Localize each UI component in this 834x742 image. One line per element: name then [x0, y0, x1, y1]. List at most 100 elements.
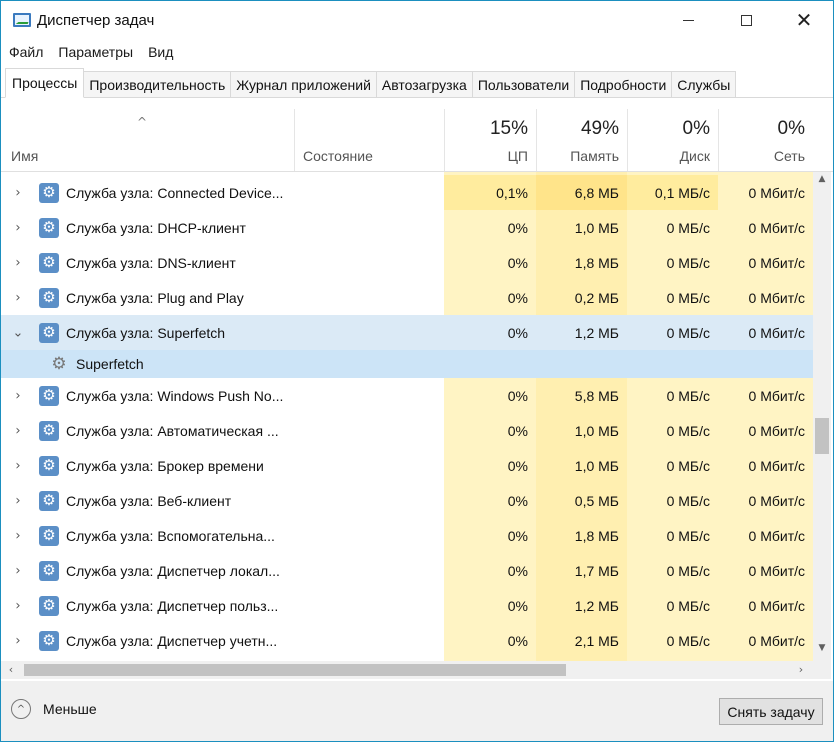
vertical-scroll-thumb[interactable]: [815, 418, 829, 454]
column-state-label: Состояние: [303, 148, 373, 164]
tab-app-history[interactable]: Журнал приложений: [230, 71, 377, 97]
table-row[interactable]: › Служба узла: Диспетчер учетн... 0% 2,1…: [1, 623, 813, 658]
table-row[interactable]: › Служба узла: DHCP-клиент 0% 1,0 МБ 0 М…: [1, 210, 813, 245]
menu-options[interactable]: Параметры: [51, 44, 140, 60]
network-total-pct: 0%: [777, 118, 805, 139]
chevron-right-icon[interactable]: ›: [11, 458, 25, 473]
network-cell: 0 Мбит/с: [748, 632, 805, 649]
cpu-cell: 0%: [507, 562, 528, 579]
table-row-selected-child[interactable]: ⚙ Superfetch: [1, 350, 813, 378]
table-row[interactable]: › Служба узла: DNS-клиент 0% 1,8 МБ 0 МБ…: [1, 245, 813, 280]
vertical-scrollbar[interactable]: ▲ ▼: [813, 172, 831, 661]
cpu-cell: 0%: [507, 597, 528, 614]
cpu-cell: 0%: [507, 387, 528, 404]
menu-view[interactable]: Вид: [141, 44, 180, 60]
tab-users[interactable]: Пользователи: [471, 71, 576, 97]
end-task-button[interactable]: Снять задачу: [719, 698, 823, 725]
table-row-expanded[interactable]: ⌄ Служба узла: Superfetch 0% 1,2 МБ 0 МБ…: [1, 315, 813, 350]
tab-startup[interactable]: Автозагрузка: [375, 71, 473, 97]
tab-processes[interactable]: Процессы: [5, 68, 85, 98]
chevron-right-icon[interactable]: ›: [11, 255, 25, 270]
disk-cell: 0 МБ/с: [666, 562, 710, 579]
maximize-icon: [740, 14, 752, 26]
service-gear-icon: [39, 217, 59, 238]
tab-details[interactable]: Подробности: [574, 71, 673, 97]
chevron-right-icon[interactable]: ›: [11, 290, 25, 305]
column-memory-header[interactable]: 49% Память: [536, 109, 627, 171]
close-button[interactable]: ✕: [775, 1, 833, 39]
cpu-total-pct: 15%: [489, 118, 528, 139]
chevron-right-icon[interactable]: ›: [11, 563, 25, 578]
task-manager-window: Диспетчер задач ✕ Файл Параметры Вид Про…: [0, 0, 834, 742]
chevron-right-icon[interactable]: ›: [11, 388, 25, 403]
chevron-right-icon[interactable]: ›: [11, 633, 25, 648]
disk-cell: 0 МБ/с: [666, 597, 710, 614]
memory-cell: 0,2 МБ: [574, 289, 619, 306]
memory-cell: 5,8 МБ: [574, 387, 619, 404]
column-disk-header[interactable]: 0% Диск: [627, 109, 718, 171]
disk-cell: 0 МБ/с: [666, 527, 710, 544]
chevron-right-icon[interactable]: ›: [11, 598, 25, 613]
cpu-cell: 0%: [507, 527, 528, 544]
network-cell: 0 Мбит/с: [748, 219, 805, 236]
chevron-right-icon[interactable]: ›: [11, 423, 25, 438]
chevron-down-icon[interactable]: ⌄: [11, 325, 25, 340]
memory-cell: 0,5 МБ: [574, 492, 619, 509]
column-name-header[interactable]: ^ Имя: [1, 109, 294, 171]
horizontal-scrollbar[interactable]: ‹ ›: [1, 661, 813, 679]
fewer-details-label: Меньше: [43, 701, 97, 717]
column-cpu-label: ЦП: [507, 148, 528, 164]
column-cpu-header[interactable]: 15% ЦП: [444, 109, 536, 171]
disk-cell: 0 МБ/с: [666, 324, 710, 341]
memory-total-pct: 49%: [580, 118, 619, 139]
chevron-right-icon[interactable]: ›: [11, 528, 25, 543]
column-disk-label: Диск: [679, 148, 710, 164]
table-row[interactable]: › Служба узла: Диспетчер локал... 0% 1,7…: [1, 553, 813, 588]
table-row[interactable]: › Служба узла: Connected Device... 0,1% …: [1, 175, 813, 210]
tab-services[interactable]: Службы: [671, 71, 737, 97]
service-gear-icon: [39, 630, 59, 651]
table-row[interactable]: › Служба узла: Windows Push No... 0% 5,8…: [1, 378, 813, 413]
menu-file[interactable]: Файл: [2, 44, 50, 60]
chevron-right-icon[interactable]: ›: [11, 220, 25, 235]
table-row[interactable]: › Служба узла: Автоматическая ... 0% 1,0…: [1, 413, 813, 448]
scroll-down-icon[interactable]: ▼: [813, 643, 831, 659]
maximize-button[interactable]: [717, 1, 775, 39]
network-cell: 0 Мбит/с: [748, 492, 805, 509]
column-network-header[interactable]: 0% Сеть: [718, 109, 813, 171]
table-row[interactable]: › Служба узла: Вспомогательна... 0% 1,8 …: [1, 518, 813, 553]
table-row[interactable]: › Служба узла: Веб-клиент 0% 0,5 МБ 0 МБ…: [1, 483, 813, 518]
network-cell: 0 Мбит/с: [748, 387, 805, 404]
scroll-up-icon[interactable]: ▲: [813, 174, 831, 190]
service-gear-icon: [39, 595, 59, 616]
process-name: Служба узла: Connected Device...: [66, 184, 284, 201]
cpu-cell: 0%: [507, 632, 528, 649]
horizontal-scroll-thumb[interactable]: [24, 664, 566, 676]
scroll-left-icon[interactable]: ‹: [3, 661, 19, 679]
network-cell: 0 Мбит/с: [748, 457, 805, 474]
network-cell: 0 Мбит/с: [748, 254, 805, 271]
minimize-button[interactable]: [659, 1, 717, 39]
chevron-right-icon[interactable]: ›: [11, 493, 25, 508]
memory-cell: 6,8 МБ: [536, 175, 627, 210]
service-gear-icon: [39, 252, 59, 273]
disk-cell: 0 МБ/с: [666, 254, 710, 271]
service-name: Superfetch: [76, 356, 144, 372]
table-row[interactable]: › Служба узла: Брокер времени 0% 1,0 МБ …: [1, 448, 813, 483]
column-state-header[interactable]: Состояние: [294, 109, 444, 171]
chevron-right-icon[interactable]: ›: [11, 185, 25, 200]
tab-performance[interactable]: Производительность: [83, 71, 232, 97]
network-cell: 0 Мбит/с: [748, 562, 805, 579]
memory-cell: 1,7 МБ: [574, 562, 619, 579]
disk-cell: 0 МБ/с: [666, 219, 710, 236]
scroll-right-icon[interactable]: ›: [793, 661, 809, 679]
table-row[interactable]: › Служба узла: Plug and Play 0% 0,2 МБ 0…: [1, 280, 813, 315]
menu-bar: Файл Параметры Вид: [1, 39, 833, 65]
title-bar[interactable]: Диспетчер задач ✕: [1, 1, 833, 39]
service-gear-icon: [39, 490, 59, 511]
service-gear-icon: ⚙: [51, 354, 67, 374]
fewer-details-button[interactable]: ^ Меньше: [11, 699, 97, 719]
process-name: Служба узла: Веб-клиент: [66, 492, 232, 509]
table-row[interactable]: › Служба узла: Диспетчер польз... 0% 1,2…: [1, 588, 813, 623]
disk-cell: 0 МБ/с: [666, 387, 710, 404]
